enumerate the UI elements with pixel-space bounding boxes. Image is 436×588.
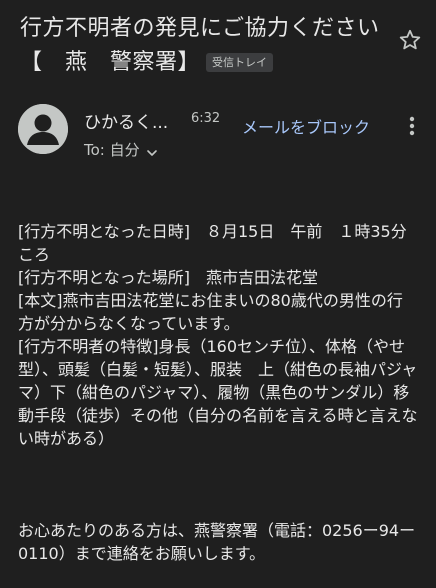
sent-time: 6:32 (191, 111, 221, 126)
block-sender-button[interactable]: メールをブロック (242, 114, 370, 138)
sender-avatar[interactable] (18, 104, 68, 154)
body-paragraph-contact: お心あたりのある方は、燕警察署（電話：0256ー94ー0110）まで連絡をお願い… (18, 521, 416, 563)
chevron-down-icon (146, 145, 158, 157)
star-icon[interactable] (398, 28, 422, 52)
more-vert-icon[interactable] (404, 115, 420, 137)
person-icon (18, 104, 68, 154)
recipient-label: To: 自分 (84, 141, 140, 159)
inbox-label-chip[interactable]: 受信トレイ (206, 53, 274, 72)
email-subject: 行方不明者の発見にご協力ください【 燕 警察署】 受信トレイ (20, 12, 392, 80)
recipient-toggle[interactable]: To: 自分 (84, 139, 158, 160)
sender-name[interactable]: ひかるく... (84, 108, 168, 133)
subject-title: 行方不明者の発見にご協力ください【 燕 警察署】 (20, 16, 380, 75)
email-body: [行方不明となった日時] ８月15日 午前 １時35分ころ [行方不明となった場… (18, 197, 418, 588)
body-paragraph-details: [行方不明となった日時] ８月15日 午前 １時35分ころ [行方不明となった場… (18, 222, 418, 448)
